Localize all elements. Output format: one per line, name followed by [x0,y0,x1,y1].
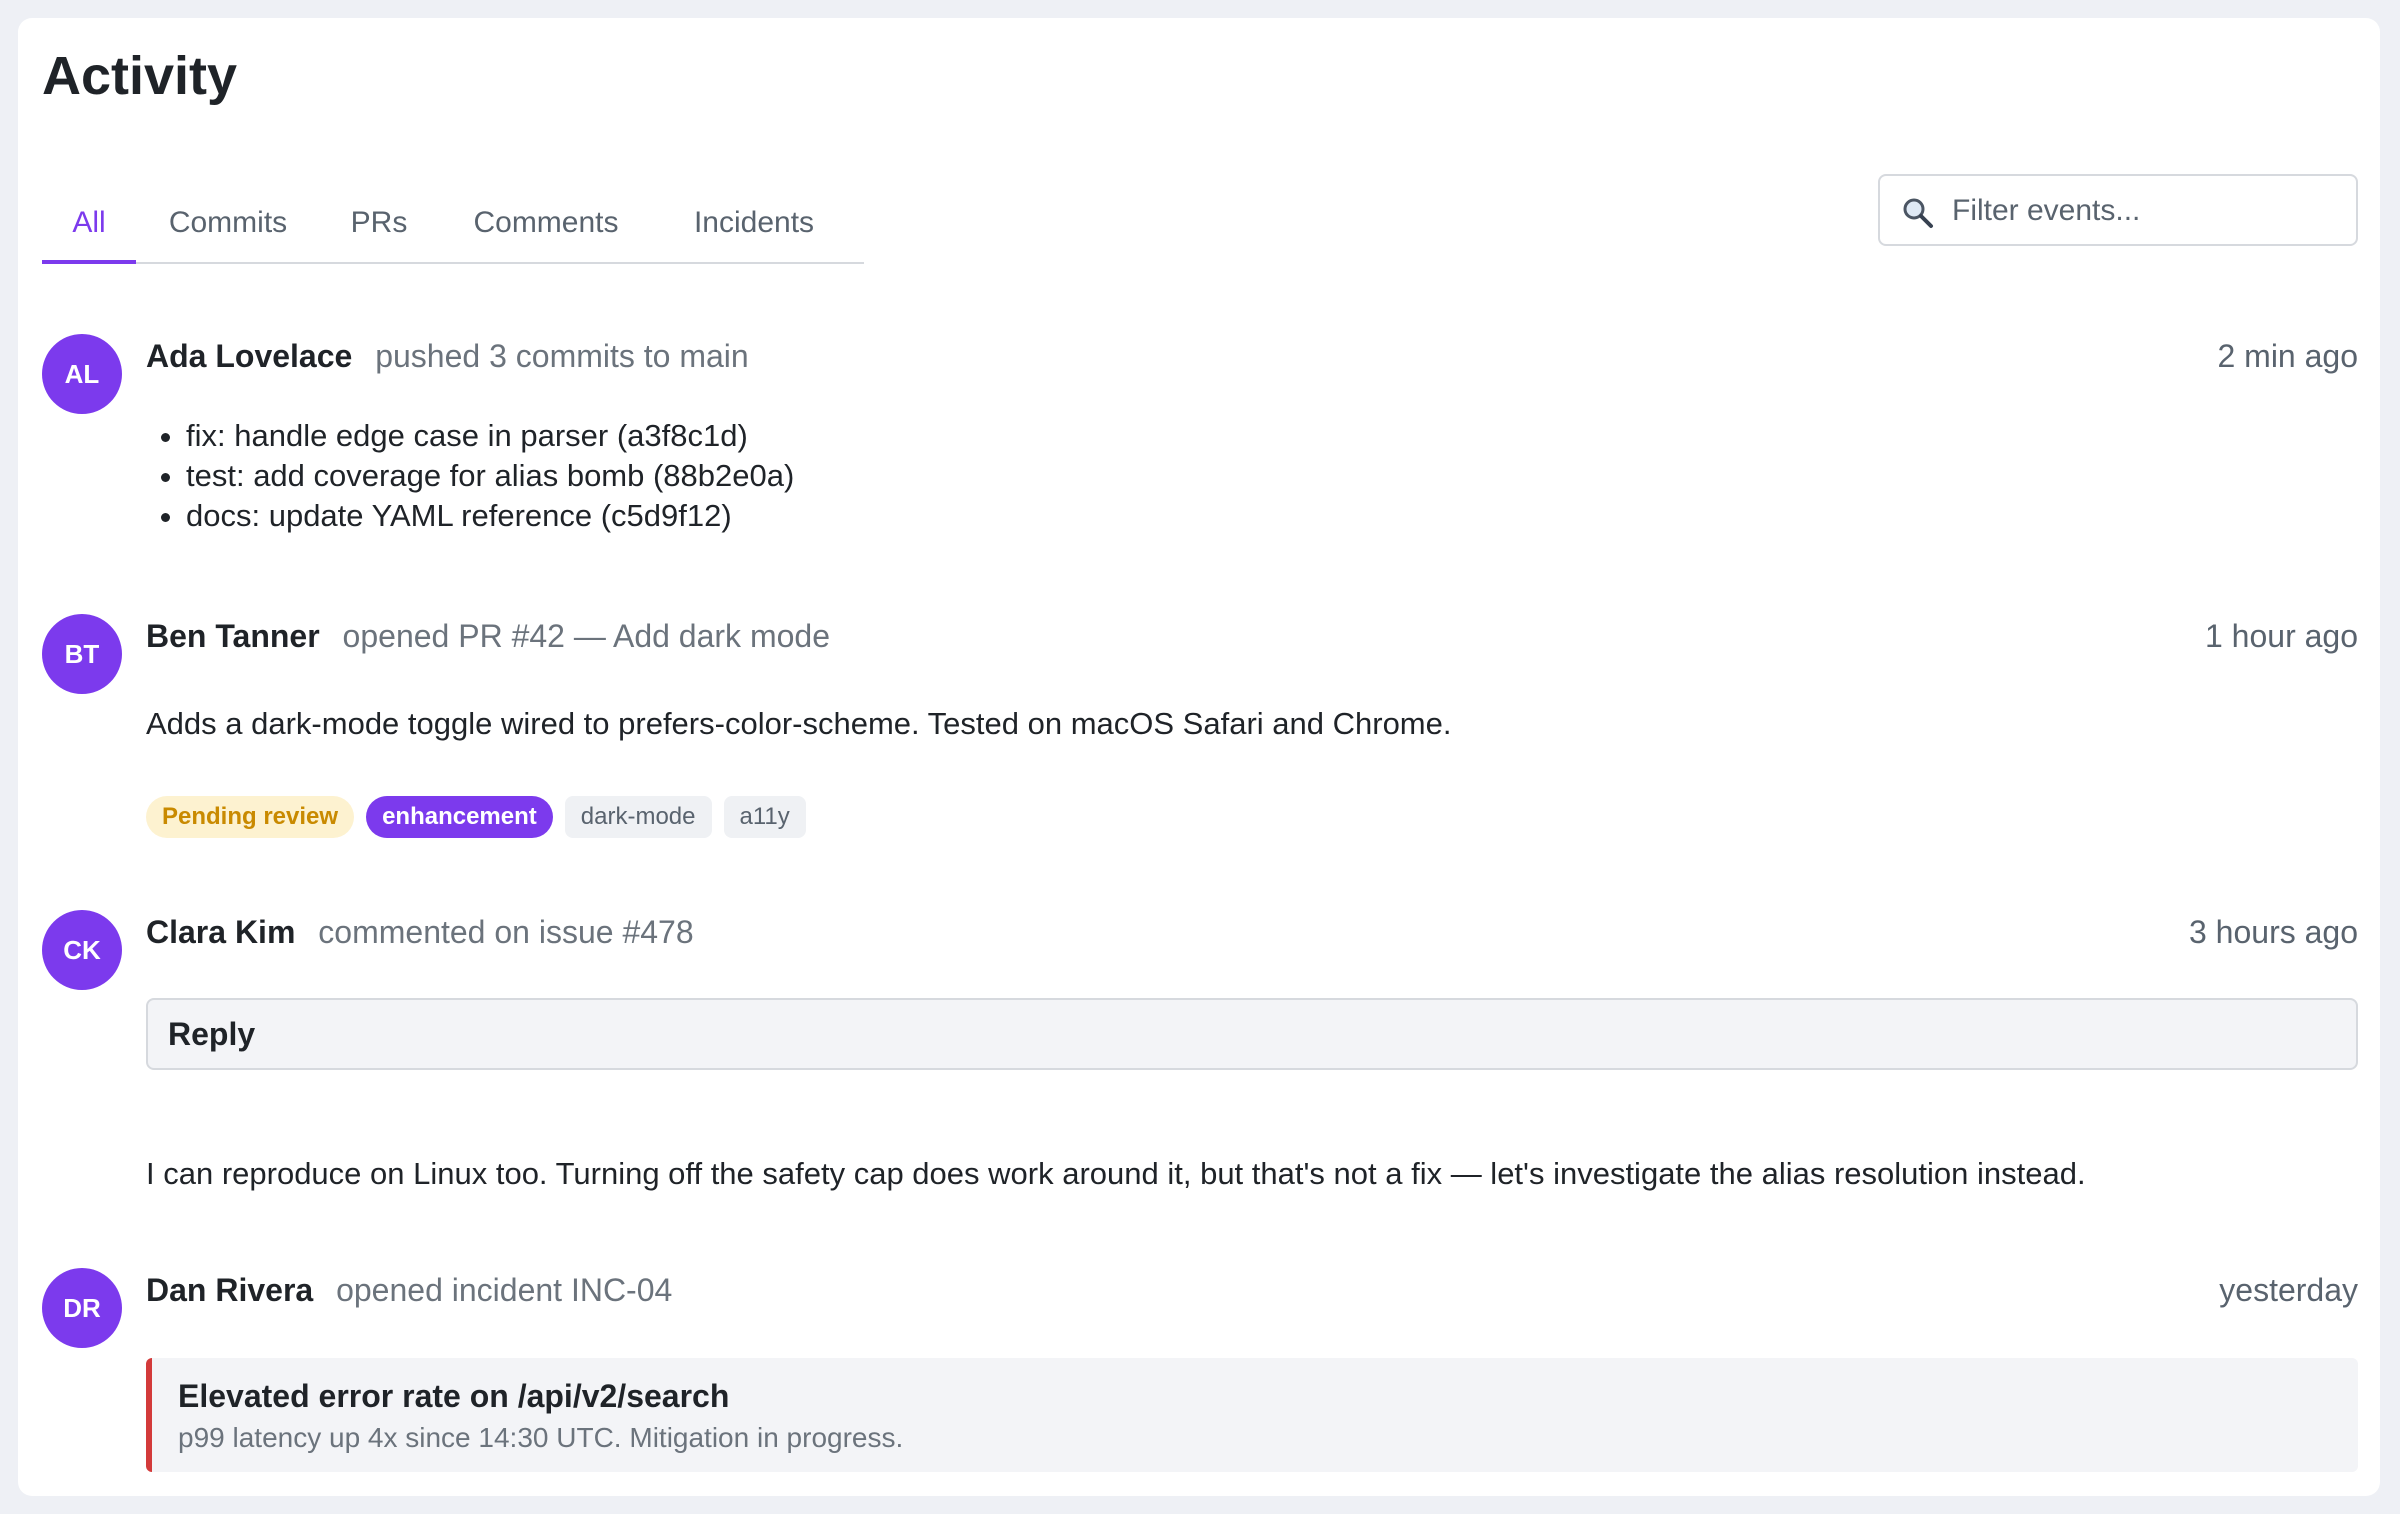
event-header: Ben Tanner opened PR #42 — Add dark mode [146,616,830,656]
commit-item[interactable]: fix: handle edge case in parser (a3f8c1d… [186,416,794,456]
event-header: Clara Kim commented on issue #478 [146,912,694,952]
tab-all[interactable]: All [42,186,136,264]
label-tag[interactable]: a11y [723,796,806,838]
tab-bar: All Commits PRs Comments Incidents [42,186,864,264]
filter-box[interactable] [1878,174,2358,246]
event-action: opened incident INC-04 [336,1272,673,1308]
tag-list: Pending review enhancement dark-mode a11… [146,796,806,838]
status-badge: Pending review [146,796,355,838]
event-action: opened PR #42 — Add dark mode [342,618,830,654]
avatar: AL [42,334,122,414]
event-time: 2 min ago [2217,338,2358,374]
search-icon [1903,198,1933,228]
incident-card[interactable]: Elevated error rate on /api/v2/search p9… [146,1358,2358,1472]
tab-incidents[interactable]: Incidents [664,186,844,264]
event-header: Ada Lovelace pushed 3 commits to main [146,336,749,376]
incident-title: Elevated error rate on /api/v2/search [178,1378,730,1414]
event-author[interactable]: Ben Tanner [146,618,320,654]
commit-item[interactable]: docs: update YAML reference (c5d9f12) [186,496,794,536]
event-action: pushed 3 commits to main [375,338,749,374]
activity-panel: Activity All Commits PRs Comments Incide… [18,18,2380,1496]
avatar: DR [42,1268,122,1348]
commit-list: fix: handle edge case in parser (a3f8c1d… [146,416,794,536]
event-author[interactable]: Clara Kim [146,914,295,950]
comment-text: I can reproduce on Linux too. Turning of… [146,1156,2086,1191]
event-time: 1 hour ago [2204,618,2358,654]
event-author[interactable]: Dan Rivera [146,1272,313,1308]
filter-input[interactable] [1950,184,2344,238]
incident-detail: p99 latency up 4x since 14:30 UTC. Mitig… [178,1422,904,1453]
tab-comments[interactable]: Comments [448,186,644,264]
pr-description: Adds a dark-mode toggle wired to prefers… [146,706,1452,741]
avatar: CK [42,910,122,990]
event-action: commented on issue #478 [318,914,694,950]
page-title: Activity [42,46,238,106]
event-time: 3 hours ago [2188,914,2358,950]
tab-prs[interactable]: PRs [330,186,428,264]
label-tag[interactable]: dark-mode [564,796,712,838]
event-header: Dan Rivera opened incident INC-04 [146,1270,672,1310]
tab-commits[interactable]: Commits [146,186,310,264]
label-tag[interactable]: enhancement [366,796,553,838]
commit-item[interactable]: test: add coverage for alias bomb (88b2e… [186,456,794,496]
event-time: yesterday [2219,1272,2358,1308]
avatar: BT [42,614,122,694]
event-author[interactable]: Ada Lovelace [146,338,352,374]
reply-button[interactable]: Reply [146,998,2358,1070]
